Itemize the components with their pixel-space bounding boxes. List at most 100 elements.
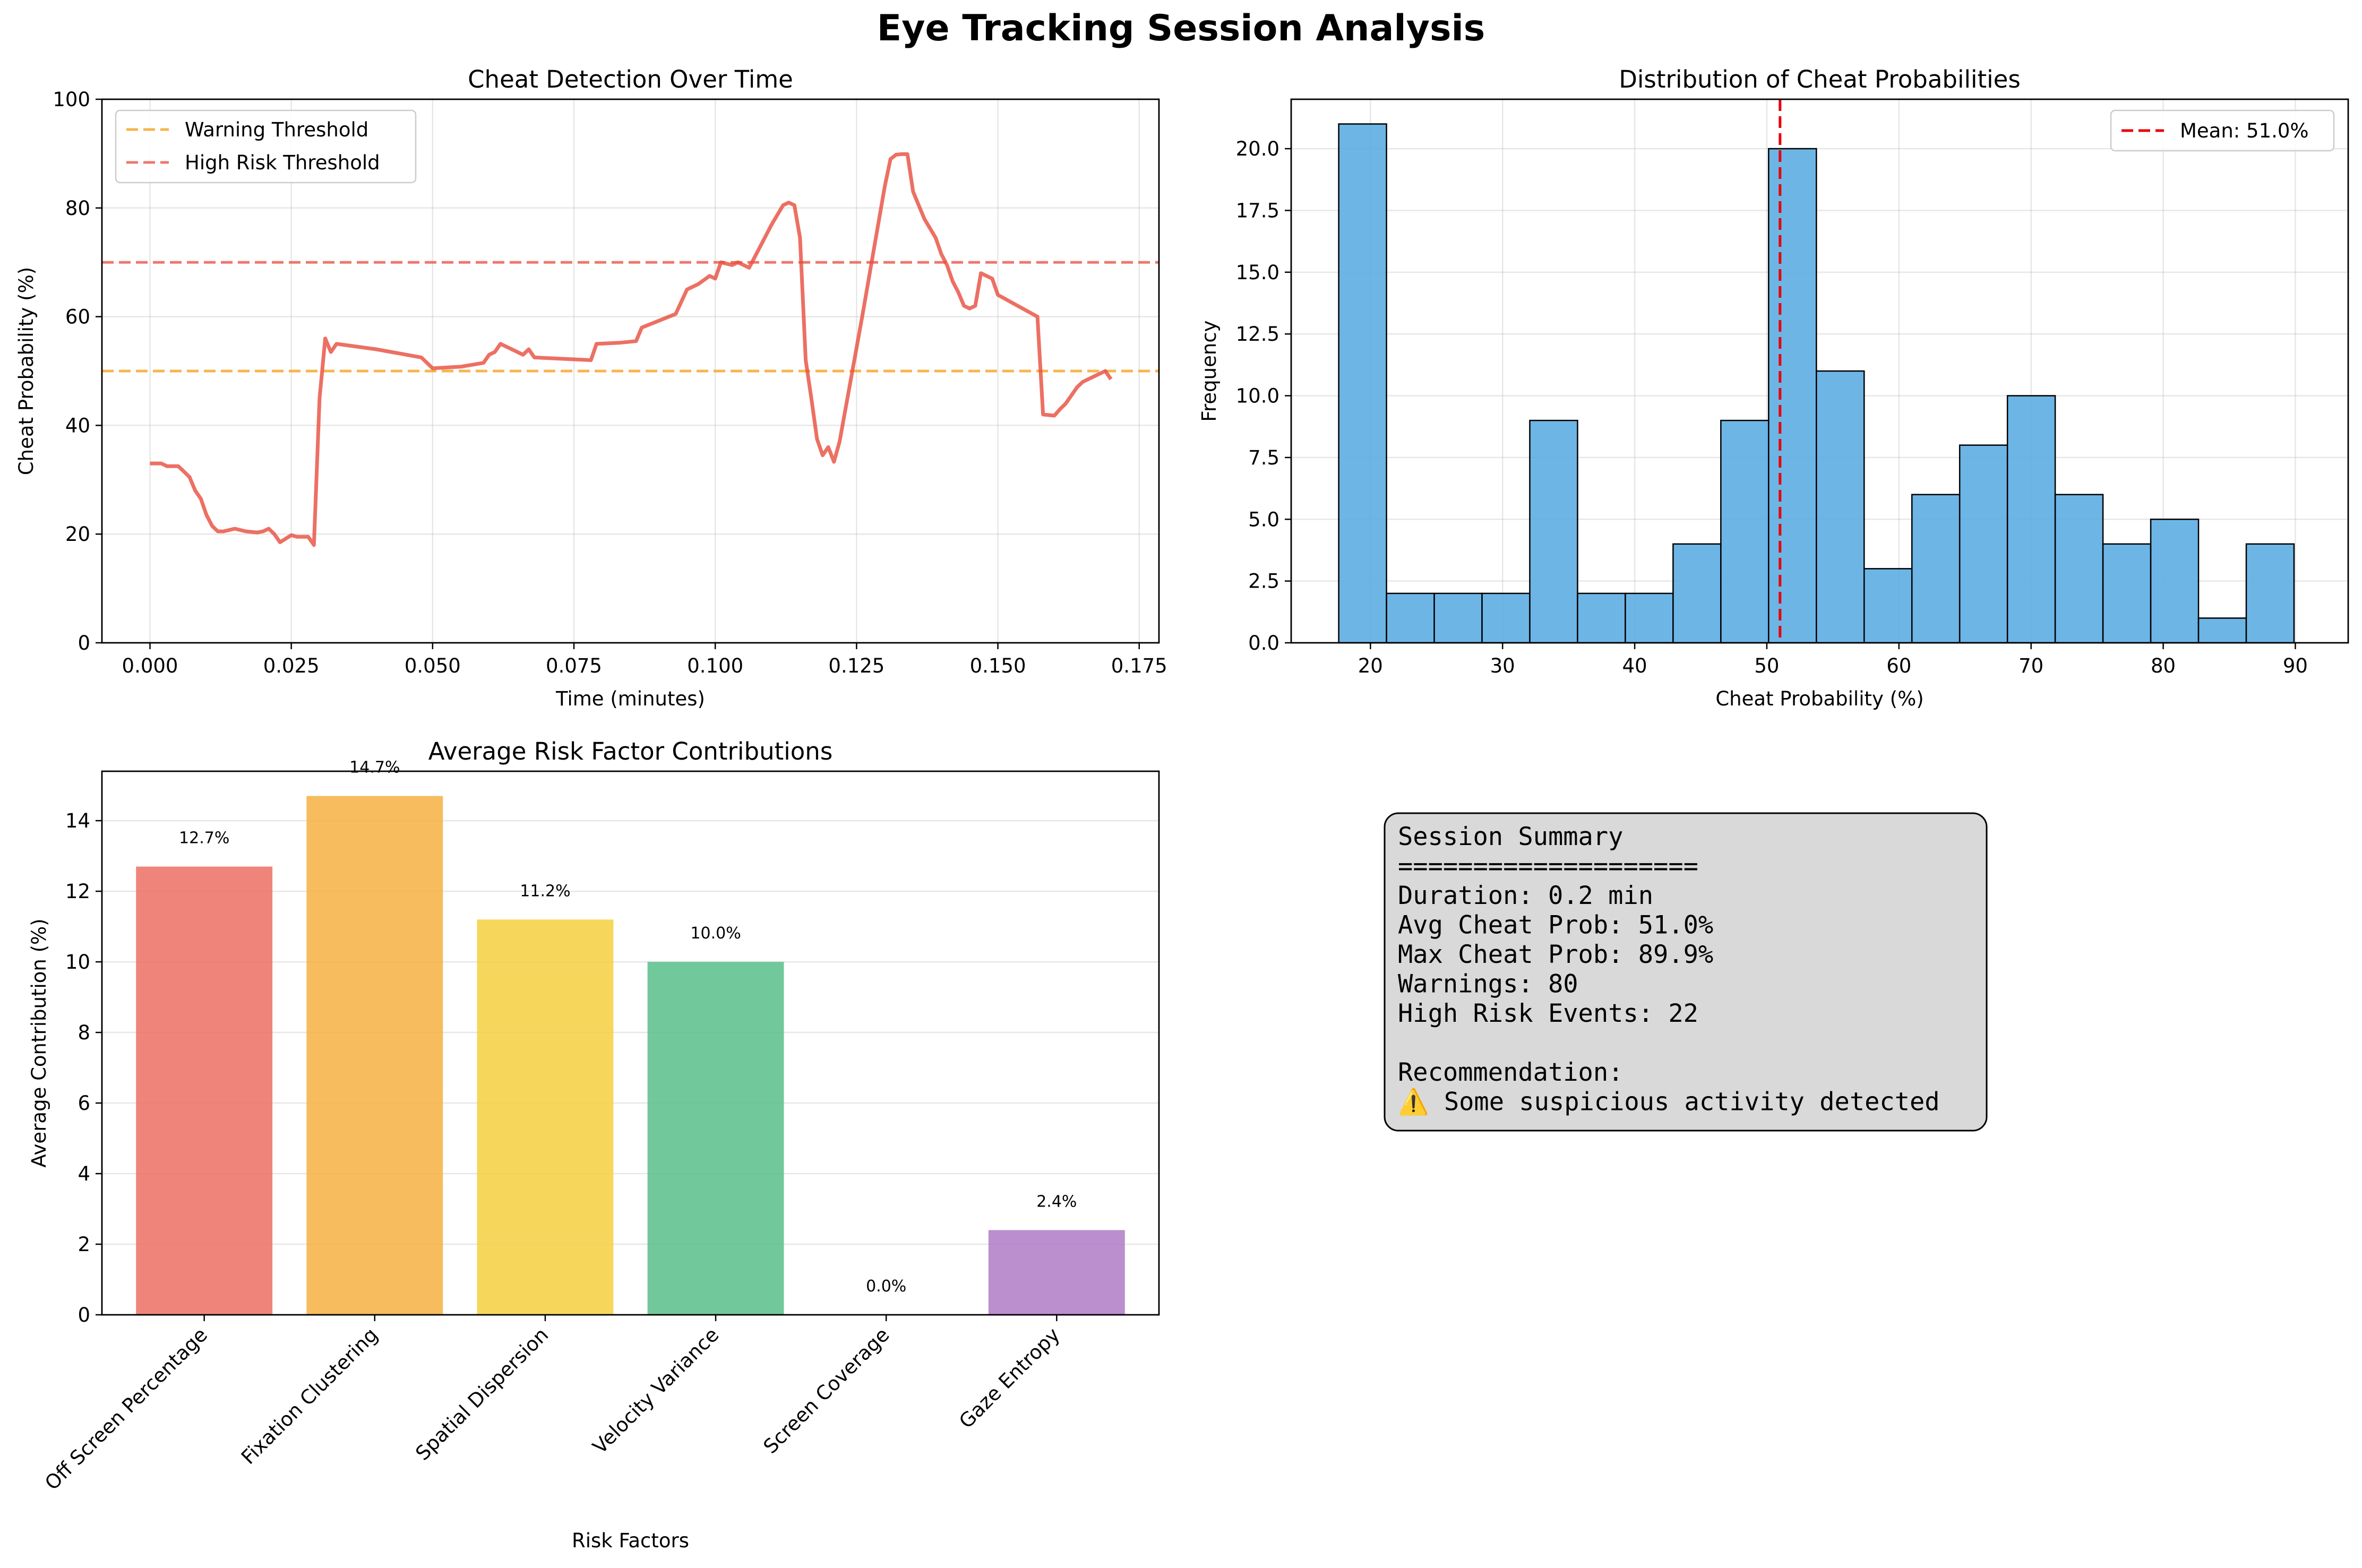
y-tick-label: 2.5 — [1248, 570, 1279, 593]
y-tick-label: 40 — [65, 414, 90, 437]
histogram-bar — [1338, 123, 1387, 644]
x-tick-label: 0.075 — [546, 654, 602, 677]
y-tick-label: 20.0 — [1236, 137, 1279, 160]
bar-value-label: 11.2% — [520, 882, 570, 900]
category-label: Spatial Dispersion — [411, 1323, 553, 1465]
x-tick-label: 0.000 — [122, 654, 178, 677]
x-tick-label: 30 — [1490, 654, 1515, 677]
histogram-bar — [2197, 617, 2247, 644]
x-tick-label: 90 — [2283, 654, 2308, 677]
bar-chart-xlabel: Risk Factors — [572, 1529, 689, 1552]
y-tick-label: 10 — [65, 951, 90, 973]
x-tick-label: 70 — [2019, 654, 2043, 677]
histogram-bar — [1720, 419, 1770, 644]
summary-panel: Session Summary====================Durat… — [1384, 812, 1988, 1132]
bar-value-label: 10.0% — [690, 924, 741, 943]
y-tick-label: 2 — [78, 1233, 90, 1256]
histogram-bar — [1529, 419, 1578, 644]
legend-label-1: High Risk Threshold — [185, 151, 380, 174]
y-tick-label: 12.5 — [1236, 323, 1279, 346]
category-label: Fixation Clustering — [237, 1323, 382, 1469]
bar-chart-title: Average Risk Factor Contributions — [428, 737, 833, 765]
category-label: Off Screen Percentage — [40, 1323, 212, 1495]
histogram-ylabel: Frequency — [1198, 320, 1221, 421]
bar-value-label: 14.7% — [349, 759, 400, 777]
summary-line: Session Summary — [1398, 822, 1623, 851]
histogram-bar — [2054, 494, 2104, 644]
risk-factor-bar — [136, 866, 273, 1315]
summary-line: Duration: 0.2 min — [1398, 881, 1653, 910]
x-tick-label: 80 — [2151, 654, 2176, 677]
y-tick-label: 0 — [78, 632, 90, 654]
y-tick-label: 10.0 — [1236, 385, 1279, 408]
histogram-bar — [2006, 395, 2056, 644]
histogram-panel: 20 30 40 50 60 70 80 90 0.0 2.5 5.0 7.5 10.0 12.5 15.0… — [1198, 65, 2349, 710]
histogram-bar — [1672, 543, 1722, 644]
y-tick-label: 12 — [65, 880, 90, 903]
y-tick-label: 20 — [65, 523, 90, 546]
x-tick-label: 0.125 — [828, 654, 884, 677]
summary-line: ⚠️ Some suspicious activity detected — [1398, 1088, 1940, 1117]
bar-value-label: 2.4% — [1036, 1192, 1077, 1211]
histogram-bar — [1959, 444, 2008, 644]
histogram-bar — [1386, 592, 1435, 644]
summary-line: ==================== — [1398, 852, 1698, 881]
histogram-bar — [2102, 543, 2152, 644]
histogram-bar — [1433, 592, 1483, 644]
bar-value-label: 12.7% — [179, 829, 229, 848]
y-tick-label: 60 — [65, 306, 90, 329]
x-tick-label: 60 — [1886, 654, 1911, 677]
summary-line: Avg Cheat Prob: 51.0% — [1398, 911, 1713, 940]
category-label: Gaze Entropy — [955, 1323, 1064, 1433]
line-chart-panel: 0.000 0.025 0.050 0.075 0.100 0.125 0.150 0.175… — [15, 65, 1167, 710]
x-tick-label: 40 — [1622, 654, 1647, 677]
x-tick-label: 50 — [1754, 654, 1779, 677]
y-tick-label: 0 — [78, 1304, 90, 1326]
histogram-bar — [1911, 494, 1961, 644]
histogram-bar — [1768, 148, 1817, 644]
summary-line: Max Cheat Prob: 89.9% — [1398, 940, 1713, 969]
histogram-xlabel: Cheat Probability (%) — [1715, 687, 1923, 710]
y-tick-label: 0.0 — [1248, 632, 1279, 654]
hist-legend-label: Mean: 51.0% — [2180, 119, 2309, 142]
bar-chart-panel: 12.7% 14.7% 11.2% 10.0% 0.0% 2.4% 0 2 4 6 8 10 12 14 O… — [28, 737, 1160, 1552]
summary-line: High Risk Events: 22 — [1398, 999, 1698, 1028]
summary-line: Warnings: 80 — [1398, 970, 1578, 999]
line-chart-xlabel: Time (minutes) — [555, 687, 705, 710]
y-tick-label: 80 — [65, 197, 90, 220]
category-label: Velocity Variance — [588, 1323, 723, 1458]
histogram-bar — [1625, 592, 1674, 644]
y-tick-label: 17.5 — [1236, 199, 1279, 222]
y-tick-label: 14 — [65, 809, 90, 832]
y-tick-label: 4 — [78, 1162, 90, 1185]
histogram-bar — [2245, 543, 2295, 644]
bar-chart-ylabel: Average Contribution (%) — [28, 918, 50, 1167]
y-tick-label: 5.0 — [1248, 508, 1279, 531]
x-tick-label: 0.175 — [1111, 654, 1167, 677]
x-tick-label: 20 — [1358, 654, 1383, 677]
cheat-probability-line — [150, 152, 1113, 547]
y-tick-label: 8 — [78, 1021, 90, 1044]
risk-factor-bar — [647, 962, 784, 1315]
legend-label-0: Warning Threshold — [185, 118, 368, 141]
line-chart-title: Cheat Detection Over Time — [468, 65, 793, 93]
y-tick-label: 7.5 — [1248, 446, 1279, 469]
x-tick-label: 0.025 — [263, 654, 320, 677]
summary-line: Recommendation: — [1398, 1058, 1623, 1087]
histogram-bar — [1816, 370, 1865, 644]
figure: 0.000 0.025 0.050 0.075 0.100 0.125 0.150 0.175… — [15, 65, 2349, 1552]
risk-factor-bar — [477, 919, 614, 1315]
y-tick-label: 15.0 — [1236, 261, 1279, 284]
y-tick-label: 100 — [53, 88, 90, 111]
x-tick-label: 0.100 — [687, 654, 743, 677]
histogram-bar — [2150, 519, 2200, 644]
category-label: Screen Coverage — [759, 1323, 894, 1458]
histogram-bar — [1577, 592, 1626, 644]
risk-factor-bar — [988, 1230, 1125, 1315]
y-tick-label: 6 — [78, 1092, 90, 1115]
histogram-title: Distribution of Cheat Probabilities — [1619, 65, 2021, 93]
histogram-bar — [1863, 568, 1913, 644]
bar-value-label: 0.0% — [866, 1277, 906, 1296]
x-tick-label: 0.050 — [405, 654, 461, 677]
x-tick-label: 0.150 — [970, 654, 1026, 677]
